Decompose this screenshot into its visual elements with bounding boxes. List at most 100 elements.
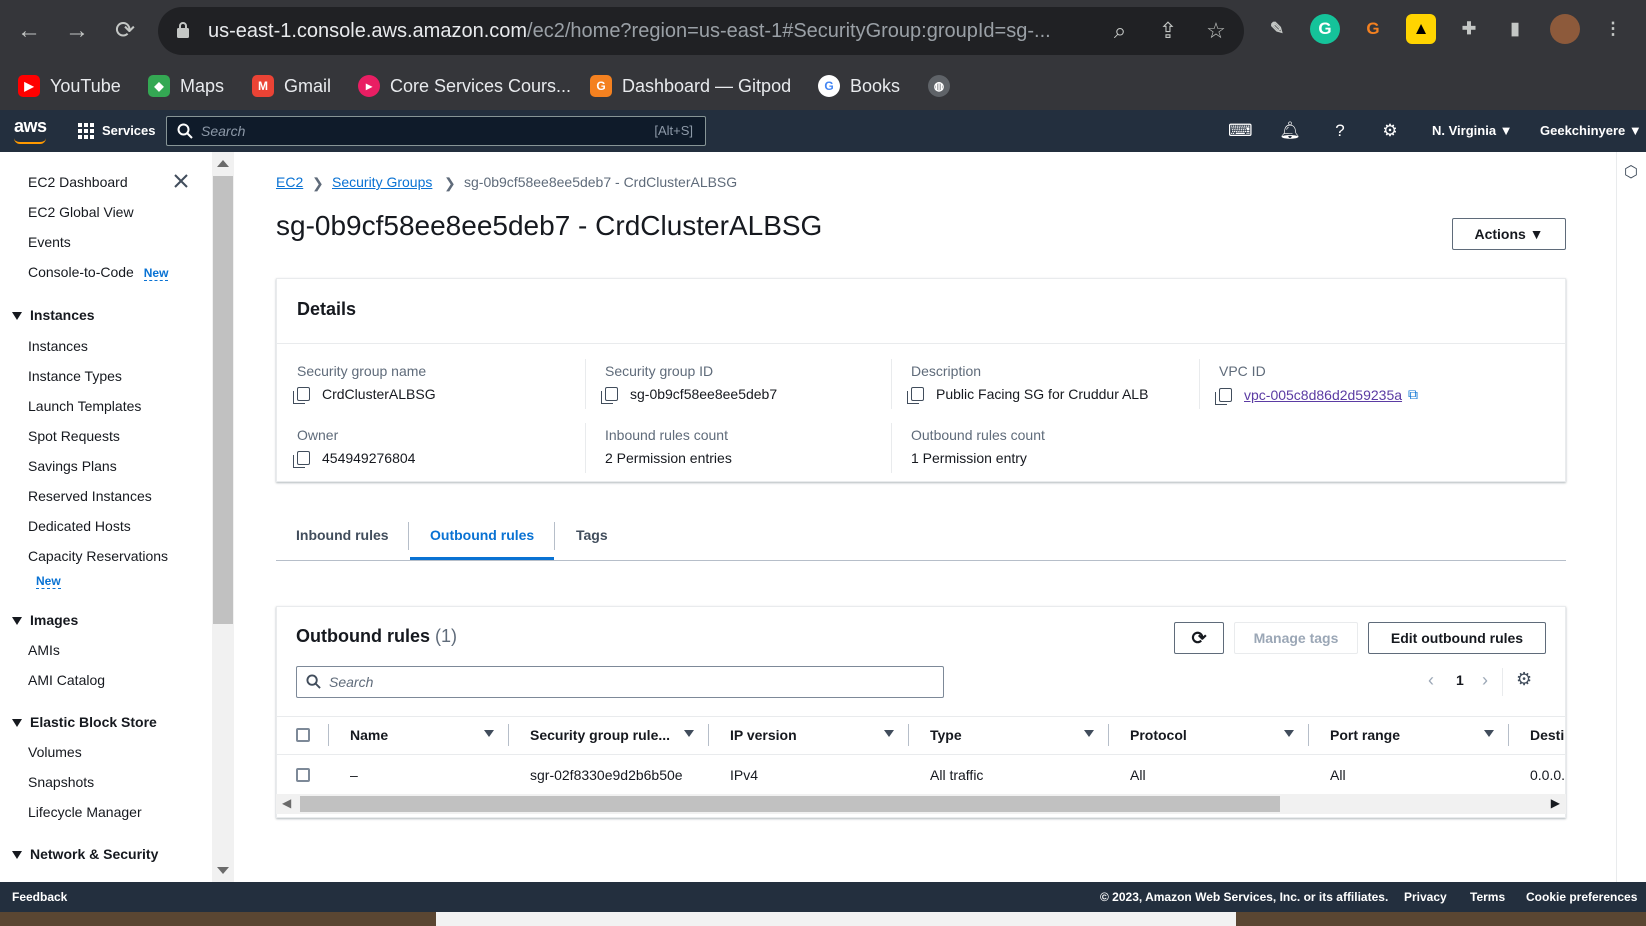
- sidepanel-icon[interactable]: ▮: [1500, 14, 1530, 44]
- section-network-security[interactable]: Network & Security: [12, 846, 158, 862]
- aws-logo[interactable]: aws: [14, 116, 47, 137]
- section-elastic-block-store[interactable]: Elastic Block Store: [12, 714, 157, 730]
- copy-icon[interactable]: [907, 387, 924, 404]
- cookie-preferences-link[interactable]: Cookie preferences: [1526, 882, 1637, 912]
- bookmark-gmail[interactable]: M Gmail: [252, 70, 331, 102]
- sidebar-item-launch-templates[interactable]: Launch Templates: [28, 398, 141, 414]
- sort-caret-icon[interactable]: [484, 730, 494, 737]
- copy-icon[interactable]: [293, 387, 310, 404]
- scroll-right-icon[interactable]: ▶: [1551, 796, 1560, 810]
- share-icon[interactable]: ⇪: [1154, 17, 1182, 45]
- terms-link[interactable]: Terms: [1470, 882, 1505, 912]
- sidebar-item-snapshots[interactable]: Snapshots: [28, 774, 94, 790]
- column-header-port-range[interactable]: Port range: [1330, 716, 1400, 754]
- bookmark-gitpod[interactable]: G Dashboard — Gitpod: [590, 70, 791, 102]
- column-header-name[interactable]: Name: [350, 716, 388, 754]
- scroll-up-icon[interactable]: [217, 160, 229, 167]
- extensions-puzzle-icon[interactable]: ✚: [1454, 14, 1484, 44]
- feedback-link[interactable]: Feedback: [12, 882, 67, 912]
- breadcrumb-security-groups[interactable]: Security Groups: [332, 174, 432, 190]
- aws-search-input[interactable]: Search [Alt+S]: [166, 116, 706, 146]
- scrollbar-thumb[interactable]: [300, 796, 1280, 812]
- tools-panel-icon[interactable]: ⬡: [1624, 162, 1638, 182]
- close-icon[interactable]: [172, 172, 190, 190]
- manage-tags-button[interactable]: Manage tags: [1234, 622, 1358, 654]
- sort-caret-icon[interactable]: [1484, 730, 1494, 737]
- scroll-left-icon[interactable]: ◀: [282, 796, 291, 810]
- reload-icon[interactable]: ⟳: [108, 14, 142, 48]
- bookmark-books[interactable]: G Books: [818, 70, 900, 102]
- sidebar-item-global-view[interactable]: EC2 Global View: [28, 204, 134, 220]
- copy-icon[interactable]: [293, 451, 310, 468]
- column-header-ip-version[interactable]: IP version: [730, 716, 797, 754]
- sidebar-item-instance-types[interactable]: Instance Types: [28, 368, 122, 384]
- sidebar-item-ami-catalog[interactable]: AMI Catalog: [28, 672, 105, 688]
- section-images[interactable]: Images: [12, 612, 78, 628]
- eyedropper-extension-icon[interactable]: ✎: [1262, 14, 1292, 44]
- select-all-checkbox[interactable]: [296, 728, 310, 742]
- bookmark-maps[interactable]: ◆ Maps: [148, 70, 224, 102]
- cloudshell-icon[interactable]: ⌨: [1228, 119, 1253, 143]
- tab-tags[interactable]: Tags: [556, 510, 628, 560]
- next-page-icon[interactable]: ›: [1482, 670, 1488, 691]
- zoom-icon[interactable]: ⌕: [1106, 17, 1134, 45]
- sidebar-item-volumes[interactable]: Volumes: [28, 744, 82, 760]
- sidebar-item-console-to-code[interactable]: Console-to-Code New: [28, 264, 169, 281]
- scrollbar-thumb[interactable]: [213, 176, 233, 624]
- forward-icon[interactable]: →: [60, 14, 94, 48]
- tab-inbound-rules[interactable]: Inbound rules: [276, 510, 409, 560]
- prev-page-icon[interactable]: ‹: [1428, 670, 1434, 691]
- sort-caret-icon[interactable]: [884, 730, 894, 737]
- bookmark-star-icon[interactable]: ☆: [1202, 17, 1230, 45]
- column-header-type[interactable]: Type: [930, 716, 962, 754]
- notifications-icon[interactable]: 🔔︎: [1278, 119, 1302, 143]
- external-link-icon[interactable]: ⧉: [1408, 386, 1418, 403]
- privacy-link[interactable]: Privacy: [1404, 882, 1447, 912]
- sidebar-item-spot-requests[interactable]: Spot Requests: [28, 428, 120, 444]
- settings-gear-icon[interactable]: ⚙: [1378, 119, 1402, 143]
- edit-outbound-rules-button[interactable]: Edit outbound rules: [1368, 622, 1546, 654]
- rules-search-input[interactable]: Search: [296, 666, 944, 698]
- bookmark-core-services[interactable]: ▸ Core Services Cours...: [358, 70, 571, 102]
- preferences-gear-icon[interactable]: ⚙: [1516, 669, 1532, 690]
- sort-caret-icon[interactable]: [1084, 730, 1094, 737]
- grammarly-extension-icon[interactable]: G: [1310, 14, 1340, 44]
- scroll-down-icon[interactable]: [217, 867, 229, 874]
- kebab-menu-icon[interactable]: ⋮: [1598, 14, 1628, 44]
- address-bar[interactable]: us-east-1.console.aws.amazon.com/ec2/hom…: [158, 7, 1244, 55]
- sidebar-item-capacity-reservations[interactable]: Capacity Reservations: [28, 548, 168, 564]
- sidebar-item-ec2-dashboard[interactable]: EC2 Dashboard: [28, 174, 128, 190]
- help-icon[interactable]: ?: [1328, 119, 1352, 143]
- tab-outbound-rules[interactable]: Outbound rules: [410, 510, 555, 560]
- sidebar-item-dedicated-hosts[interactable]: Dedicated Hosts: [28, 518, 131, 534]
- row-checkbox[interactable]: [296, 768, 310, 782]
- sidebar-item-savings-plans[interactable]: Savings Plans: [28, 458, 117, 474]
- sidebar-item-events[interactable]: Events: [28, 234, 71, 250]
- sort-caret-icon[interactable]: [1284, 730, 1294, 737]
- account-menu[interactable]: Geekchinyere ▼: [1540, 110, 1642, 152]
- sort-caret-icon[interactable]: [684, 730, 694, 737]
- gitpod-extension-icon[interactable]: G: [1358, 14, 1388, 44]
- bookmark-globe[interactable]: ◍: [928, 70, 950, 102]
- vpc-id-link[interactable]: vpc-005c8d86d2d59235a: [1244, 387, 1402, 403]
- section-instances[interactable]: Instances: [12, 307, 95, 323]
- back-icon[interactable]: ←: [12, 14, 46, 48]
- services-menu[interactable]: Services: [78, 110, 156, 152]
- column-header-destination[interactable]: Desti: [1530, 716, 1566, 754]
- sidebar-item-reserved-instances[interactable]: Reserved Instances: [28, 488, 152, 504]
- copy-icon[interactable]: [601, 387, 618, 404]
- column-header-rule-id[interactable]: Security group rule...: [530, 716, 670, 754]
- table-horizontal-scrollbar[interactable]: ◀ ▶: [276, 794, 1566, 814]
- page-number[interactable]: 1: [1456, 672, 1464, 688]
- actions-button[interactable]: Actions ▼: [1452, 218, 1566, 250]
- refresh-button[interactable]: ⟳: [1174, 622, 1224, 654]
- breadcrumb-ec2[interactable]: EC2: [276, 174, 303, 190]
- sidebar-scrollbar[interactable]: [212, 152, 234, 882]
- column-header-protocol[interactable]: Protocol: [1130, 716, 1187, 754]
- sidebar-item-amis[interactable]: AMIs: [28, 642, 60, 658]
- profile-avatar[interactable]: [1550, 14, 1580, 44]
- sidebar-item-instances[interactable]: Instances: [28, 338, 88, 354]
- sidebar-item-lifecycle-manager[interactable]: Lifecycle Manager: [28, 804, 142, 820]
- warning-extension-icon[interactable]: ▲: [1406, 14, 1436, 44]
- bookmark-youtube[interactable]: ▶ YouTube: [18, 70, 121, 102]
